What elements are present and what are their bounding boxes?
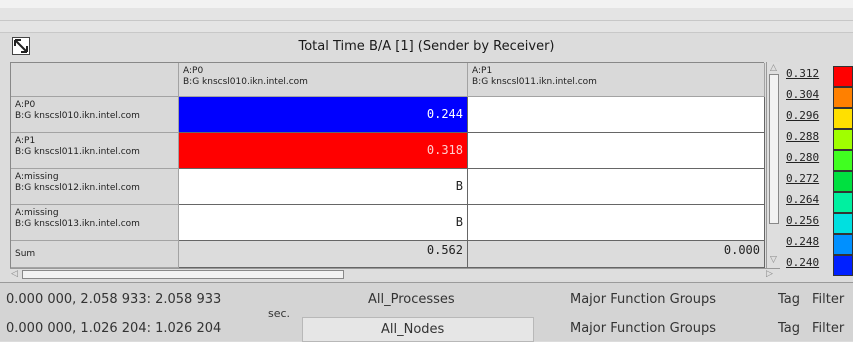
function-groups-selector-2[interactable]: Major Function Groups xyxy=(570,321,716,336)
processes-selector[interactable]: All_Processes xyxy=(368,292,455,307)
time-range-2[interactable]: 0.000 000, 1.026 204: 1.026 204 xyxy=(6,321,221,336)
matrix-cell[interactable]: B xyxy=(179,205,468,241)
legend-swatch xyxy=(833,150,853,171)
top-strip xyxy=(0,0,853,8)
vertical-scrollbar[interactable]: △ ▽ xyxy=(766,62,780,268)
row-header[interactable]: A:P0 B:G knscsl010.ikn.intel.com xyxy=(11,97,179,133)
legend-item: 0.304 xyxy=(784,87,853,108)
matrix-cell[interactable] xyxy=(468,133,765,169)
row-header-b: B:G knscsl011.ikn.intel.com xyxy=(15,147,140,157)
legend-swatch xyxy=(833,213,853,234)
filter-label-2[interactable]: Filter xyxy=(812,321,844,336)
legend-value: 0.288 xyxy=(786,130,820,143)
column-header[interactable]: A:P1 B:G knscsl011.ikn.intel.com xyxy=(468,63,765,97)
legend-item: 0.256 xyxy=(784,213,853,234)
row-header-a: A:missing xyxy=(15,208,59,218)
scroll-left-icon[interactable]: ◁ xyxy=(11,269,18,279)
time-range-1[interactable]: 0.000 000, 2.058 933: 2.058 933 xyxy=(6,292,221,307)
legend-value: 0.272 xyxy=(786,172,820,185)
sum-cell: 0.000 xyxy=(468,241,765,268)
sum-row-header: Sum xyxy=(11,241,179,268)
tag-label-1[interactable]: Tag xyxy=(778,292,800,307)
legend-item: 0.248 xyxy=(784,234,853,255)
matrix-grid: A:P0 B:G knscsl010.ikn.intel.com A:P1 B:… xyxy=(10,62,765,268)
row-header-b: B:G knscsl010.ikn.intel.com xyxy=(15,111,140,121)
column-header[interactable]: A:P0 B:G knscsl010.ikn.intel.com xyxy=(179,63,468,97)
row-header-a: A:P1 xyxy=(15,136,36,146)
legend-swatch xyxy=(833,255,853,276)
legend-value: 0.240 xyxy=(786,256,820,269)
matrix-cell[interactable]: 0.318 xyxy=(179,133,468,169)
status-bar: 0.000 000, 2.058 933: 2.058 933 0.000 00… xyxy=(0,282,853,342)
horizontal-scrollbar[interactable]: ◁ ▷ xyxy=(10,268,780,280)
column-header-a: A:P0 xyxy=(183,66,204,76)
legend-value: 0.248 xyxy=(786,235,820,248)
horizontal-scroll-thumb[interactable] xyxy=(22,270,344,279)
legend-swatch xyxy=(833,129,853,150)
legend-value: 0.304 xyxy=(786,88,820,101)
legend-swatch xyxy=(833,108,853,129)
legend-swatch xyxy=(833,87,853,108)
scroll-down-icon[interactable]: ▽ xyxy=(770,255,777,265)
row-header[interactable]: A:missing B:G knscsl012.ikn.intel.com xyxy=(11,169,179,205)
legend-item: 0.264 xyxy=(784,192,853,213)
legend-item: 0.312 xyxy=(784,66,853,87)
scroll-up-icon[interactable]: △ xyxy=(770,63,777,73)
legend-item: 0.240 xyxy=(784,255,853,276)
toolbar-separator xyxy=(0,8,853,33)
legend-swatch xyxy=(833,66,853,87)
legend-swatch xyxy=(833,234,853,255)
legend-value: 0.256 xyxy=(786,214,820,227)
legend-item: 0.288 xyxy=(784,129,853,150)
legend-swatch xyxy=(833,192,853,213)
time-unit-label: sec. xyxy=(268,307,291,320)
legend-item: 0.280 xyxy=(784,150,853,171)
matrix-cell[interactable]: 0.244 xyxy=(179,97,468,133)
legend-value: 0.296 xyxy=(786,109,820,122)
legend-swatch xyxy=(833,171,853,192)
row-header-a: A:missing xyxy=(15,172,59,182)
row-header-a: A:P0 xyxy=(15,100,36,110)
row-header-b: B:G knscsl013.ikn.intel.com xyxy=(15,219,140,229)
legend-item: 0.272 xyxy=(784,171,853,192)
column-header-a: A:P1 xyxy=(472,66,493,76)
matrix-cell[interactable] xyxy=(468,205,765,241)
nodes-selector-label: All_Nodes xyxy=(381,322,445,337)
filter-label-1[interactable]: Filter xyxy=(812,292,844,307)
matrix-cell[interactable] xyxy=(468,169,765,205)
row-header-b: B:G knscsl012.ikn.intel.com xyxy=(15,183,140,193)
tag-label-2[interactable]: Tag xyxy=(778,321,800,336)
matrix-title: Total Time B/A [1] (Sender by Receiver) xyxy=(298,39,555,54)
sum-cell: 0.562 xyxy=(179,241,468,268)
corner-header xyxy=(11,63,179,97)
legend-item: 0.296 xyxy=(784,108,853,129)
row-header[interactable]: A:missing B:G knscsl013.ikn.intel.com xyxy=(11,205,179,241)
matrix-cell[interactable]: B xyxy=(179,169,468,205)
vertical-scroll-thumb[interactable] xyxy=(769,74,779,224)
column-header-b: B:G knscsl011.ikn.intel.com xyxy=(472,77,597,87)
function-groups-selector-1[interactable]: Major Function Groups xyxy=(570,292,716,307)
matrix-cell[interactable] xyxy=(468,97,765,133)
nodes-selector[interactable]: All_Nodes xyxy=(302,317,534,342)
color-legend: 0.312 0.304 0.296 0.288 0.280 0.272 0.26… xyxy=(784,66,853,280)
legend-value: 0.280 xyxy=(786,151,820,164)
scroll-right-icon[interactable]: ▷ xyxy=(766,269,773,279)
matrix-title-bar: Total Time B/A [1] (Sender by Receiver) xyxy=(0,33,853,61)
legend-value: 0.312 xyxy=(786,67,820,80)
legend-value: 0.264 xyxy=(786,193,820,206)
column-header-b: B:G knscsl010.ikn.intel.com xyxy=(183,77,308,87)
row-header[interactable]: A:P1 B:G knscsl011.ikn.intel.com xyxy=(11,133,179,169)
